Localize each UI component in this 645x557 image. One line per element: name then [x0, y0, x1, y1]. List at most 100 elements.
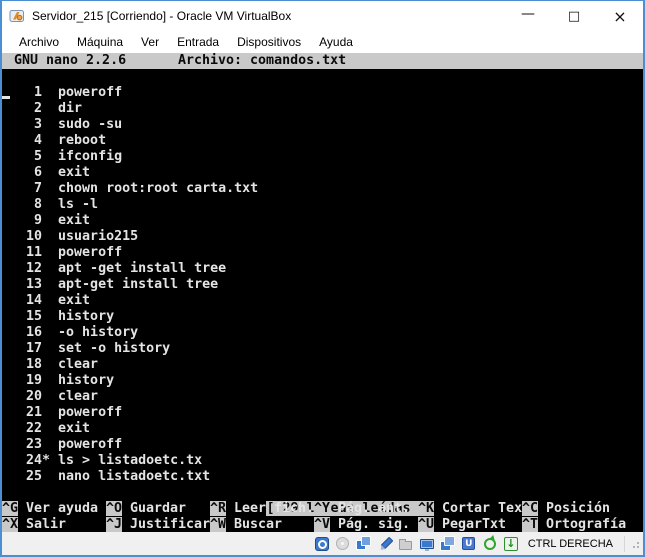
statusbar-separator: [624, 535, 625, 552]
shortcut-label: Ortografía: [546, 517, 627, 532]
shortcut-help[interactable]: ^G Ver ayuda: [2, 501, 106, 517]
title-bar: Servidor_215 [Corriendo] - Oracle VM Vir…: [2, 1, 643, 31]
terminal-blank-row: [2, 69, 643, 85]
virtual-screens-icon[interactable]: [440, 536, 456, 552]
shortcut-spelling[interactable]: ^T Ortografía: [522, 517, 626, 533]
shortcut-key: ^K: [418, 501, 435, 516]
shortcut-key: ^X: [2, 517, 19, 532]
shortcut-label: Justificar: [130, 517, 211, 532]
terminal-content: 1 poweroff 2 dir 3 sudo -su 4 reboot 5 i…: [2, 85, 643, 485]
close-button[interactable]: ×: [597, 1, 643, 31]
shortcut-position[interactable]: ^C Posición: [522, 501, 626, 517]
sync-arrows-icon[interactable]: [482, 536, 498, 552]
terminal-line: 2 dir: [2, 101, 83, 116]
terminal-line: 1 poweroff: [2, 85, 123, 100]
terminal-line: 20 clear: [2, 389, 99, 404]
shortcut-key: ^G: [2, 501, 19, 516]
menu-item-maquina[interactable]: Máquina: [68, 32, 132, 52]
nano-shortcuts-row-1: ^G Ver ayuda ^O Guardar ^R Leer fich. ^Y Pág…: [2, 501, 643, 517]
terminal-screen[interactable]: GNU nano 2.2.6 Archivo: comandos.txt 1 p…: [2, 53, 643, 533]
menu-item-ayuda[interactable]: Ayuda: [310, 32, 362, 52]
nano-status-row: [ 29 líneas leídas ]: [2, 485, 643, 516]
terminal-line: 11 poweroff: [2, 245, 123, 260]
shortcut-label: Salir: [26, 517, 67, 532]
shortcut-label: Pág. ant.: [338, 501, 411, 516]
shortcut-paste-text[interactable]: ^U PegarTxt: [418, 517, 522, 533]
maximize-button[interactable]: □: [551, 1, 597, 31]
shortcut-label: Guardar: [130, 501, 187, 516]
terminal-line: 24* ls > listadoetc.tx: [2, 453, 203, 468]
nano-file-name: Archivo: comandos.txt: [178, 53, 347, 68]
shortcut-key: ^Y: [314, 501, 331, 516]
minimize-button[interactable]: —: [505, 1, 551, 31]
terminal-line: 3 sudo -su: [2, 117, 123, 132]
terminal-line: 12 apt -get install tree: [2, 261, 227, 276]
shortcut-cut-text[interactable]: ^K Cortar Tex: [418, 501, 522, 517]
window-title: Servidor_215 [Corriendo] - Oracle VM Vir…: [32, 9, 292, 23]
shortcut-key: ^W: [210, 517, 227, 532]
optical-drives-icon[interactable]: [335, 536, 351, 552]
shortcut-prev-page[interactable]: ^Y Pág. ant.: [314, 501, 418, 517]
menu-item-archivo[interactable]: Archivo: [10, 32, 68, 52]
shortcut-key: ^J: [106, 517, 123, 532]
menu-item-entrada[interactable]: Entrada: [168, 32, 228, 52]
shortcut-key: ^T: [522, 517, 539, 532]
menu-item-ver[interactable]: Ver: [132, 32, 168, 52]
terminal-line: 10 usuario215: [2, 229, 139, 244]
terminal-line: 23 poweroff: [2, 437, 123, 452]
shortcut-label: Posición: [546, 501, 611, 516]
shortcut-key: ^O: [106, 501, 123, 516]
vm-status-bar: CTRL DERECHA: [2, 532, 643, 555]
terminal-line: 4 reboot: [2, 133, 107, 148]
terminal-line: 8 ls -l: [2, 197, 99, 212]
window-controls: — □ ×: [505, 1, 643, 31]
shortcut-next-page[interactable]: ^V Pág. sig.: [314, 517, 418, 533]
video-capture-pen-icon[interactable]: [377, 536, 393, 552]
terminal-line: 6 exit: [2, 165, 91, 180]
shortcut-search[interactable]: ^W Buscar: [210, 517, 314, 533]
shortcut-key: ^U: [418, 517, 435, 532]
shortcut-label: Leer fich.: [234, 501, 315, 516]
nano-title-bar: GNU nano 2.2.6 Archivo: comandos.txt: [2, 53, 643, 69]
virtualbox-logo-icon: [9, 8, 25, 24]
terminal-line: 17 set -o history: [2, 341, 171, 356]
terminal-line: 25 nano listadoetc.txt: [2, 469, 211, 484]
virtualbox-window: Servidor_215 [Corriendo] - Oracle VM Vir…: [0, 0, 645, 557]
shortcut-justify[interactable]: ^J Justificar: [106, 517, 210, 533]
terminal-line: 21 poweroff: [2, 405, 123, 420]
terminal-line: 18 clear: [2, 357, 99, 372]
resize-grip[interactable]: [630, 538, 640, 550]
shortcut-key: ^V: [314, 517, 331, 532]
shortcut-key: ^C: [522, 501, 539, 516]
menu-bar: Archivo Máquina Ver Entrada Dispositivos…: [2, 31, 643, 53]
shortcut-label: Ver ayuda: [26, 501, 99, 516]
shortcut-save[interactable]: ^O Guardar: [106, 501, 210, 517]
shortcut-read-file[interactable]: ^R Leer fich.: [210, 501, 314, 517]
terminal-line: 22 exit: [2, 421, 91, 436]
mouse-capture-arrow-icon[interactable]: [503, 536, 519, 552]
nano-shortcuts-row-2: ^X Salir ^J Justificar ^W Buscar ^V Pág. sig…: [2, 517, 643, 533]
terminal-line: 15 history: [2, 309, 115, 324]
menu-item-dispositivos[interactable]: Dispositivos: [228, 32, 310, 52]
display-icon[interactable]: [419, 536, 435, 552]
terminal-line: 13 apt-get install tree: [2, 277, 219, 292]
terminal-line: 19 history: [2, 373, 115, 388]
shortcut-label: Pág. sig.: [338, 517, 411, 532]
nano-version: GNU nano 2.2.6: [14, 53, 127, 68]
terminal-line: 14 exit: [2, 293, 91, 308]
terminal-line: 16 -o history: [2, 325, 139, 340]
usb-chip-icon[interactable]: [461, 536, 477, 552]
shortcut-label: Buscar: [234, 517, 283, 532]
shortcut-key: ^R: [210, 501, 227, 516]
network-adapters-icon[interactable]: [356, 536, 372, 552]
hard-disks-icon[interactable]: [314, 536, 330, 552]
terminal-cursor: [2, 96, 10, 99]
terminal-line: 5 ifconfig: [2, 149, 123, 164]
shortcut-label: Cortar Tex: [442, 501, 523, 516]
host-key-label: CTRL DERECHA: [527, 537, 613, 550]
shortcut-exit[interactable]: ^X Salir: [2, 517, 106, 533]
terminal-line: 7 chown root:root carta.txt: [2, 181, 259, 196]
shortcut-label: PegarTxt: [442, 517, 507, 532]
terminal-line: 9 exit: [2, 213, 91, 228]
shared-folders-icon[interactable]: [398, 536, 414, 552]
